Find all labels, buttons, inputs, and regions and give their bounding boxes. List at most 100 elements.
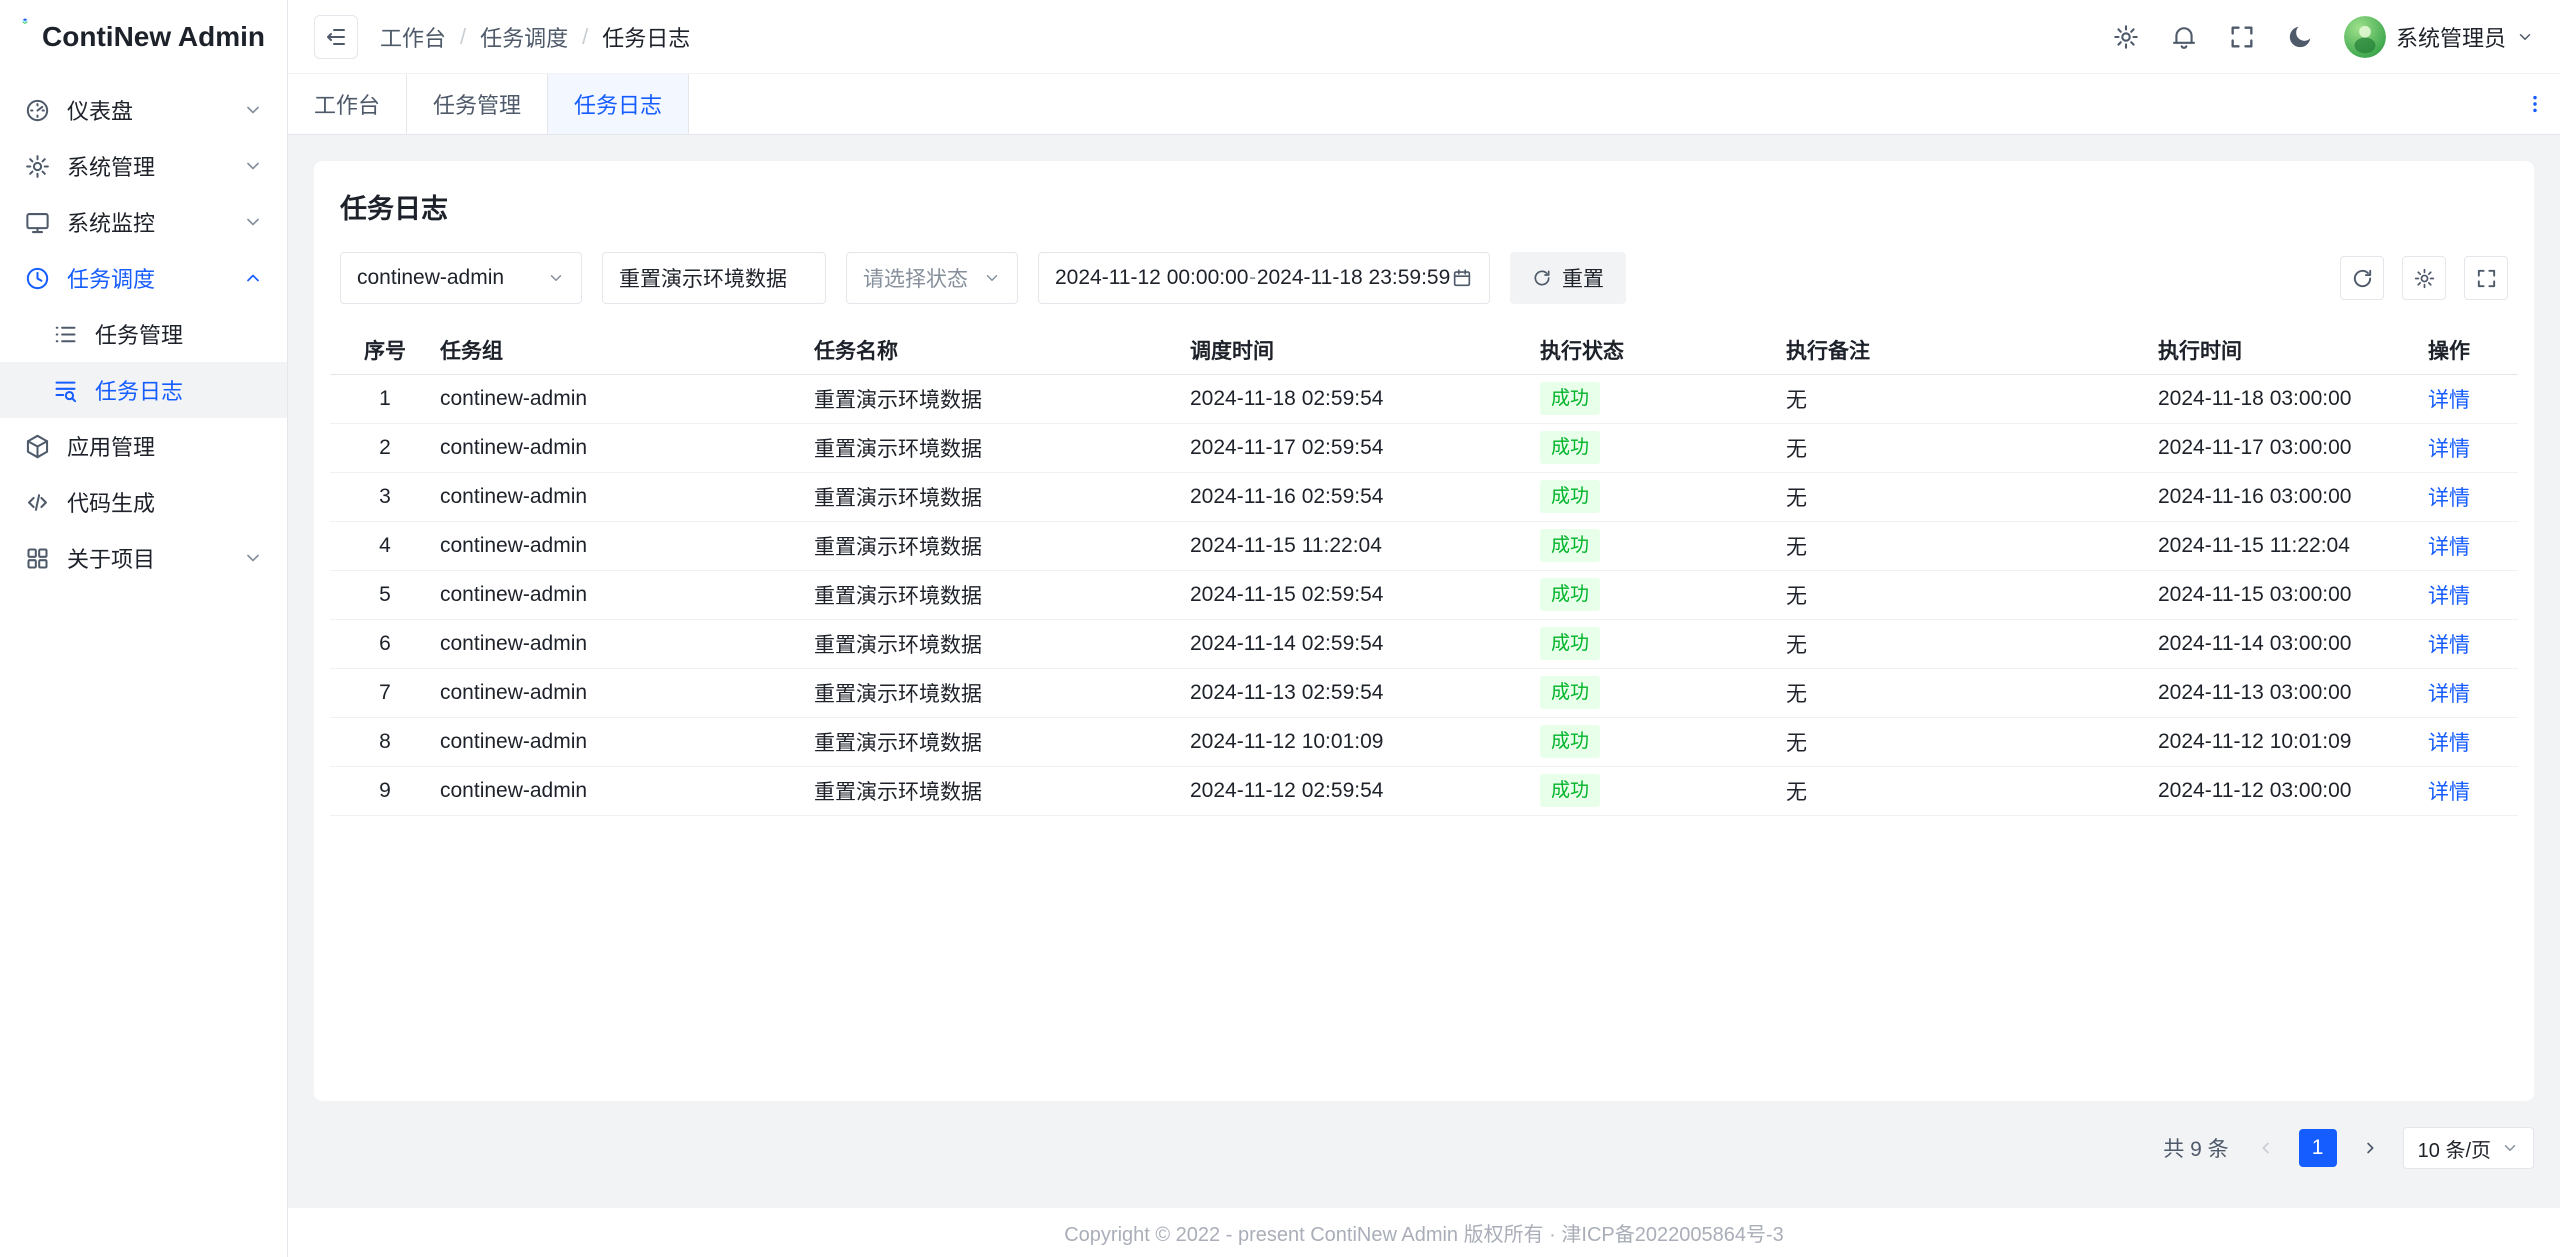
chevron-down-icon [243,100,263,120]
table-fullscreen-button[interactable] [2464,256,2508,300]
cell-group: continew-admin [440,374,814,423]
tab-task-management[interactable]: 任务管理 [407,74,548,134]
page-content: 任务日志 continew-admin 请选择状态 2024-11-12 0 [288,135,2560,1208]
breadcrumb-item[interactable]: 工作台 [380,21,446,53]
sidebar-item-code-generation[interactable]: 代码生成 [0,474,287,530]
sidebar-item-label: 任务日志 [95,374,263,406]
cell-status: 成功 [1540,668,1786,717]
column-settings-button[interactable] [2402,256,2446,300]
cell-name: 重置演示环境数据 [814,619,1190,668]
cell-schedule_time: 2024-11-17 02:59:54 [1190,423,1540,472]
sidebar-item-task-log[interactable]: 任务日志 [0,362,287,418]
sidebar-item-label: 任务管理 [95,318,263,350]
sidebar-item-task-schedule[interactable]: 任务调度 [0,250,287,306]
detail-link[interactable]: 详情 [2428,536,2470,559]
reset-button-label: 重置 [1562,263,1604,293]
table-row: 3continew-admin重置演示环境数据2024-11-16 02:59:… [330,472,2518,521]
chevron-down-icon [547,269,565,287]
cell-group: continew-admin [440,423,814,472]
cell-action: 详情 [2396,668,2518,717]
fullscreen-icon[interactable] [2228,23,2256,51]
cell-action: 详情 [2396,374,2518,423]
refresh-button[interactable] [2340,256,2384,300]
page-size-select[interactable]: 10 条/页 [2403,1127,2534,1169]
cell-action: 详情 [2396,619,2518,668]
chevron-left-icon [2257,1139,2275,1157]
column-header: 执行时间 [2158,326,2396,374]
column-header: 调度时间 [1190,326,1540,374]
cell-name: 重置演示环境数据 [814,766,1190,815]
table-row: 8continew-admin重置演示环境数据2024-11-12 10:01:… [330,717,2518,766]
collapse-menu-button[interactable] [314,15,358,59]
filter-bar: continew-admin 请选择状态 2024-11-12 00:00:00… [340,252,2508,304]
table-toolbar [2340,256,2508,300]
sidebar-item-about-project[interactable]: 关于项目 [0,530,287,586]
cell-exec_time: 2024-11-12 03:00:00 [2158,766,2396,815]
cell-name: 重置演示环境数据 [814,423,1190,472]
column-header: 执行备注 [1786,326,2158,374]
footer-copyright: Copyright © 2022 - present ContiNew Admi… [1064,1218,1784,1247]
tab-task-log[interactable]: 任务日志 [548,74,689,134]
cell-no: 9 [330,766,440,815]
prev-page-button[interactable] [2247,1129,2285,1167]
bell-icon[interactable] [2170,23,2198,51]
detail-link[interactable]: 详情 [2428,683,2470,706]
detail-link[interactable]: 详情 [2428,487,2470,510]
status-badge: 成功 [1540,431,1600,464]
sidebar-item-system-monitor[interactable]: 系统监控 [0,194,287,250]
cell-status: 成功 [1540,570,1786,619]
cell-action: 详情 [2396,472,2518,521]
cell-schedule_time: 2024-11-18 02:59:54 [1190,374,1540,423]
cell-remark: 无 [1786,423,2158,472]
sidebar-item-dashboard[interactable]: 仪表盘 [0,82,287,138]
cell-remark: 无 [1786,570,2158,619]
reset-button[interactable]: 重置 [1510,252,1626,304]
breadcrumb: 工作台 / 任务调度 / 任务日志 [380,21,690,53]
cell-exec_time: 2024-11-15 11:22:04 [2158,521,2396,570]
detail-link[interactable]: 详情 [2428,389,2470,412]
detail-link[interactable]: 详情 [2428,438,2470,461]
next-page-button[interactable] [2351,1129,2389,1167]
job-group-select[interactable]: continew-admin [340,252,582,304]
job-name-input[interactable] [619,266,809,290]
detail-link[interactable]: 详情 [2428,634,2470,657]
detail-link[interactable]: 详情 [2428,732,2470,755]
tab-workbench[interactable]: 工作台 [288,74,407,134]
status-badge: 成功 [1540,627,1600,660]
user-menu[interactable]: 系统管理员 [2344,16,2534,58]
cell-schedule_time: 2024-11-12 02:59:54 [1190,766,1540,815]
cell-group: continew-admin [440,766,814,815]
detail-link[interactable]: 详情 [2428,585,2470,608]
sidebar-item-task-management[interactable]: 任务管理 [0,306,287,362]
cell-exec_time: 2024-11-17 03:00:00 [2158,423,2396,472]
menu-fold-icon [324,25,348,49]
sidebar-item-app-management[interactable]: 应用管理 [0,418,287,474]
date-range-picker[interactable]: 2024-11-12 00:00:00 - 2024-11-18 23:59:5… [1038,252,1490,304]
moon-icon[interactable] [2286,23,2314,51]
cell-group: continew-admin [440,472,814,521]
column-header: 执行状态 [1540,326,1786,374]
cell-status: 成功 [1540,521,1786,570]
cell-no: 1 [330,374,440,423]
status-select[interactable]: 请选择状态 [846,252,1018,304]
page-number-button[interactable]: 1 [2299,1129,2337,1167]
pagination: 共 9 条 1 10 条/页 [314,1127,2534,1169]
cell-no: 2 [330,423,440,472]
cell-no: 5 [330,570,440,619]
user-name: 系统管理员 [2396,21,2506,53]
tab-more-button[interactable] [2510,74,2560,134]
breadcrumb-item[interactable]: 任务调度 [480,21,568,53]
app-logo[interactable]: ContiNew Admin [0,0,287,74]
cell-schedule_time: 2024-11-12 10:01:09 [1190,717,1540,766]
sidebar-menu: 仪表盘 系统管理 系统监控 任务调度 [0,74,287,586]
sidebar-item-system-management[interactable]: 系统管理 [0,138,287,194]
cell-group: continew-admin [440,570,814,619]
logo-icon [22,18,28,56]
cell-schedule_time: 2024-11-15 02:59:54 [1190,570,1540,619]
more-vertical-icon [2524,93,2546,115]
gear-icon[interactable] [2112,23,2140,51]
status-badge: 成功 [1540,774,1600,807]
cell-schedule_time: 2024-11-13 02:59:54 [1190,668,1540,717]
detail-link[interactable]: 详情 [2428,781,2470,804]
task-log-card: 任务日志 continew-admin 请选择状态 2024-11-12 0 [314,161,2534,1101]
